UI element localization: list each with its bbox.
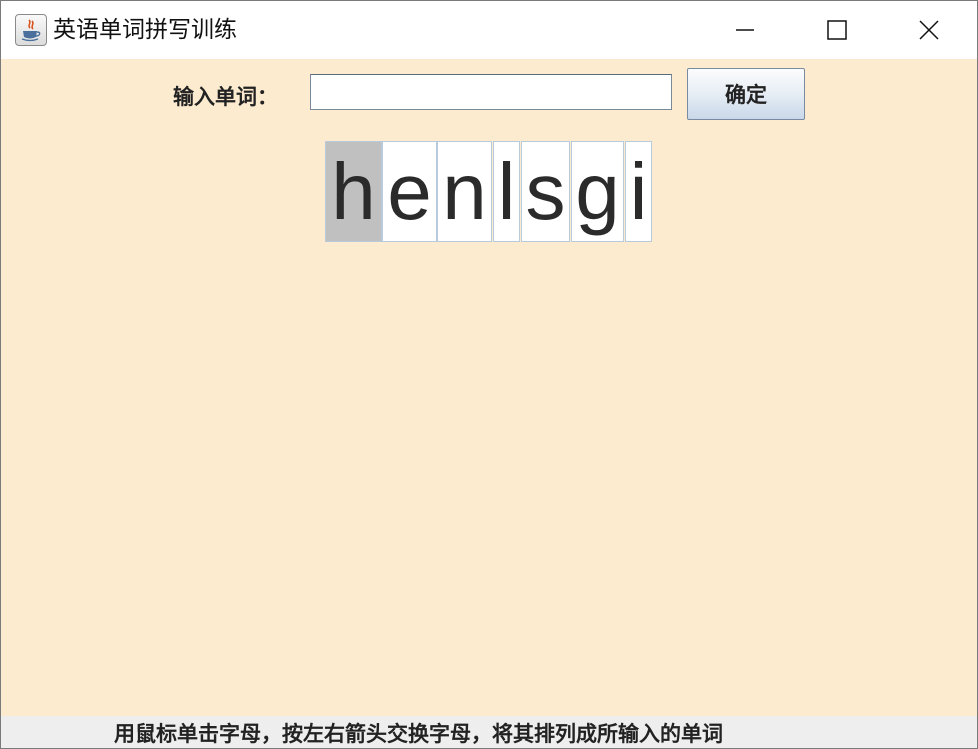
title-bar[interactable]: 英语单词拼写训练 [1,1,977,59]
letter-tile[interactable]: i [625,141,652,242]
confirm-button[interactable]: 确定 [687,68,805,120]
close-button[interactable] [884,1,974,59]
letter-tile[interactable]: g [571,141,624,242]
letter-tile[interactable]: h [325,141,382,242]
status-bar: 用鼠标单击字母，按左右箭头交换字母，将其排列成所输入的单词 [1,716,977,748]
word-input-label: 输入单词： [173,84,278,109]
java-cup-icon [15,14,47,46]
maximize-icon [827,20,847,40]
maximize-button[interactable] [792,1,882,59]
letter-tile[interactable]: l [493,141,520,242]
letter-tile[interactable]: s [521,141,570,242]
app-window: 英语单词拼写训练 输入单词： 确定 h e n l s g i 用鼠标单击字母，… [0,0,978,749]
minimize-button[interactable] [700,1,790,59]
instruction-text: 用鼠标单击字母，按左右箭头交换字母，将其排列成所输入的单词 [114,721,723,746]
letter-tile[interactable]: e [382,141,437,242]
window-title: 英语单词拼写训练 [53,17,237,43]
minimize-icon [736,29,754,31]
letter-tile[interactable]: n [437,141,492,242]
close-icon [919,20,939,40]
main-panel: 输入单词： 确定 h e n l s g i [1,59,977,716]
word-input[interactable] [310,74,672,110]
